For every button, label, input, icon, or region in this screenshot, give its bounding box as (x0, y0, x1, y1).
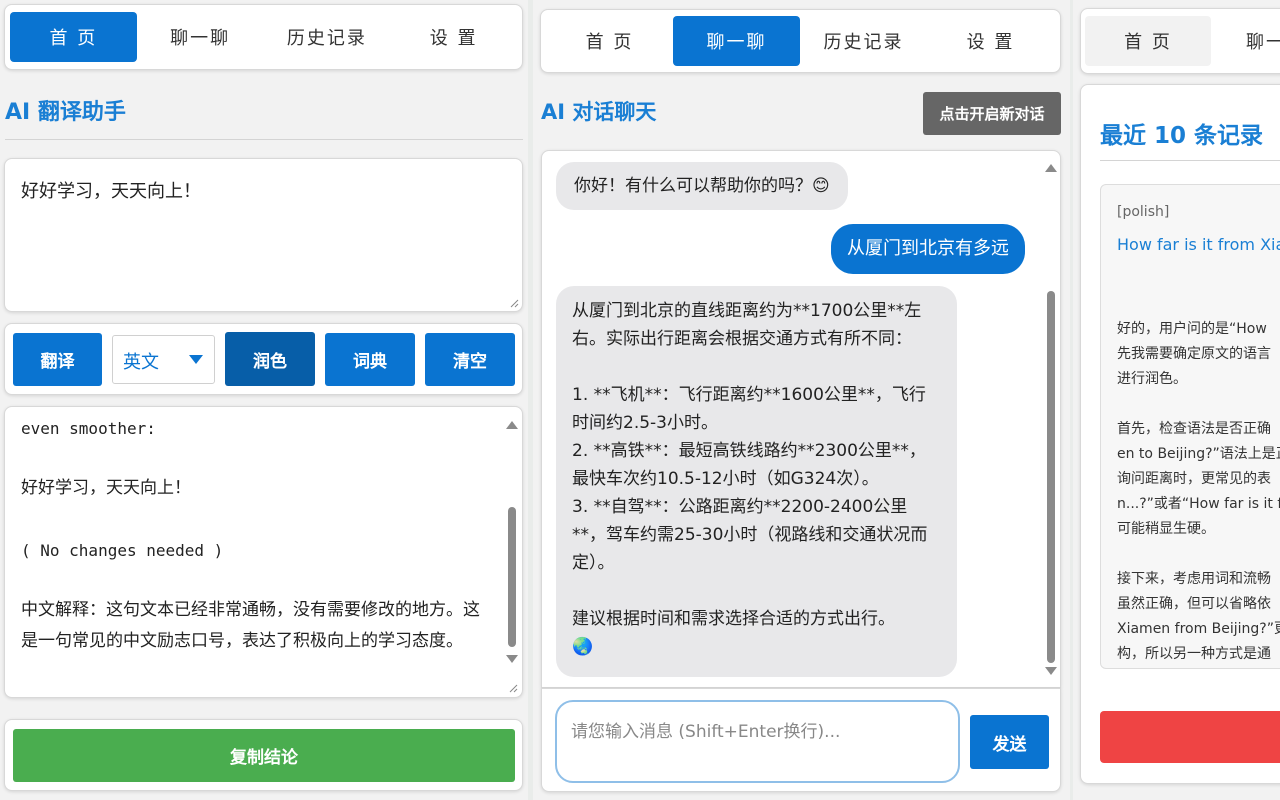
clear-button[interactable]: 清空 (425, 333, 515, 386)
history-title: 最近 10 条记录 (1100, 123, 1264, 149)
scrollbar[interactable] (505, 417, 519, 677)
tab-settings[interactable]: 设 置 (390, 12, 517, 62)
page-title: AI 翻译助手 (5, 100, 126, 125)
user-message: 从厦门到北京有多远 (831, 224, 1025, 274)
tab-home[interactable]: 首 页 (1085, 16, 1211, 66)
copy-bar: 复制结论 (4, 719, 523, 791)
nav-tabs: 首 页 聊一聊 历史记录 设 置 (540, 9, 1061, 73)
assistant-message: 从厦门到北京的直线距离约为**1700公里**左右。实际出行距离会根据交通方式有… (556, 286, 957, 677)
result-line: even smoother: (21, 419, 156, 438)
result-line: 好好学习，天天向上！ (21, 478, 191, 498)
tab-history[interactable]: 历史记录 (264, 12, 391, 62)
scroll-thumb[interactable] (1047, 291, 1055, 663)
message-input-placeholder: 请您输入消息 (Shift+Enter换行)... (571, 722, 841, 742)
result-line: ( No changes needed ) (21, 541, 224, 560)
resize-handle-icon[interactable] (509, 298, 519, 308)
divider (5, 139, 523, 140)
translator-panel: 首 页 聊一聊 历史记录 设 置 AI 翻译助手 好好学习，天天向上！ 翻译 英… (0, 0, 528, 800)
language-value: 英文 (123, 352, 159, 373)
scrollbar[interactable] (1044, 159, 1058, 681)
scroll-down-icon[interactable] (506, 655, 518, 663)
delete-history-button[interactable] (1100, 711, 1280, 763)
tab-chat[interactable]: 聊一聊 (137, 12, 264, 62)
chat-history: 你好！有什么可以帮助你的吗？😊 从厦门到北京有多远 从厦门到北京的直线距离约为*… (541, 150, 1061, 688)
history-item-link[interactable]: How far is it from Xiar (1117, 235, 1280, 254)
divider (1100, 160, 1280, 161)
message-input[interactable]: 请您输入消息 (Shift+Enter换行)... (555, 700, 960, 783)
action-bar: 翻译 英文 润色 词典 清空 (4, 323, 523, 395)
scroll-up-icon[interactable] (506, 421, 518, 429)
language-select[interactable]: 英文 (112, 335, 215, 384)
send-button[interactable]: 发送 (970, 715, 1049, 769)
dropdown-caret-icon (189, 355, 203, 364)
resize-handle-icon[interactable] (508, 683, 518, 693)
nav-tabs: 首 页 聊一 (1080, 8, 1280, 74)
composer: 请您输入消息 (Shift+Enter换行)... 发送 (541, 688, 1061, 792)
scroll-up-icon[interactable] (1045, 164, 1057, 172)
result-output[interactable]: even smoother: 好好学习，天天向上！ ( No changes n… (4, 406, 523, 698)
translate-button[interactable]: 翻译 (13, 333, 102, 386)
nav-tabs: 首 页 聊一聊 历史记录 设 置 (4, 4, 523, 70)
history-item-body: 好的，用户问的是“How 先我需要确定原文的语言 进行润色。 首先，检查语法是否… (1117, 321, 1280, 662)
history-item-tag: [polish] (1117, 204, 1170, 220)
result-explanation: 中文解释：这句文本已经非常通畅，没有需要修改的地方。这是一句常见的中文励志口号，… (21, 600, 480, 651)
source-textarea[interactable]: 好好学习，天天向上！ (4, 158, 523, 312)
tab-settings[interactable]: 设 置 (927, 16, 1054, 66)
result-content: even smoother: 好好学习，天天向上！ ( No changes n… (21, 413, 491, 657)
dictionary-button[interactable]: 词典 (325, 333, 415, 386)
copy-result-button[interactable]: 复制结论 (13, 729, 515, 782)
tab-history[interactable]: 历史记录 (800, 16, 927, 66)
history-card: 最近 10 条记录 [polish] How far is it from Xi… (1080, 84, 1280, 784)
tab-home[interactable]: 首 页 (546, 16, 673, 66)
chat-panel: 首 页 聊一聊 历史记录 设 置 AI 对话聊天 点击开启新对话 你好！有什么可… (533, 0, 1070, 800)
assistant-message: 你好！有什么可以帮助你的吗？😊 (556, 162, 848, 210)
source-text: 好好学习，天天向上！ (21, 181, 201, 202)
history-panel: 首 页 聊一 最近 10 条记录 [polish] How far is it … (1073, 0, 1280, 800)
page-title: AI 对话聊天 (541, 100, 657, 124)
new-chat-button[interactable]: 点击开启新对话 (923, 92, 1061, 135)
tab-chat[interactable]: 聊一 (1226, 16, 1280, 66)
history-item[interactable]: [polish] How far is it from Xiar 好的，用户问的… (1100, 184, 1280, 669)
tab-chat[interactable]: 聊一聊 (673, 16, 800, 66)
polish-button[interactable]: 润色 (225, 332, 315, 386)
tab-home[interactable]: 首 页 (10, 12, 137, 62)
scroll-down-icon[interactable] (1045, 667, 1057, 675)
scroll-thumb[interactable] (508, 507, 516, 647)
